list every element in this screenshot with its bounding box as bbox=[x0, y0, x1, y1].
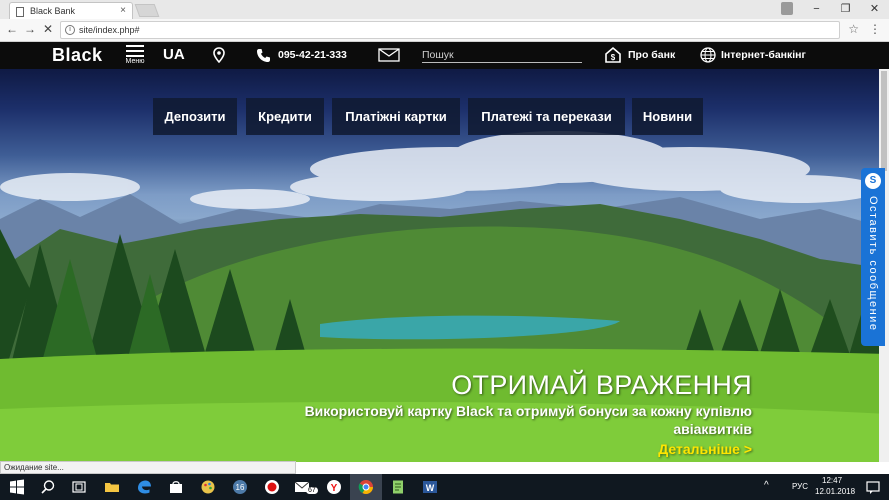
notification-badge: 67 bbox=[306, 487, 318, 494]
location-pin-icon[interactable] bbox=[213, 47, 225, 63]
about-bank-link[interactable]: Про банк bbox=[628, 49, 675, 61]
clock-date[interactable]: 12.01.2018 bbox=[815, 487, 855, 496]
chat-icon: S bbox=[865, 173, 881, 189]
leave-message-label: Оставить сообщение bbox=[867, 196, 879, 332]
hero-banner: Депозити Кредити Платіжні картки Платежі… bbox=[0, 69, 889, 462]
browser-toolbar: ← → ✕ i site/index.php# ☆ ⋮ bbox=[0, 19, 889, 42]
info-icon[interactable]: i bbox=[65, 25, 75, 35]
globe-icon bbox=[700, 47, 716, 63]
tab-title: Black Bank bbox=[30, 6, 76, 16]
search-input[interactable] bbox=[422, 47, 582, 63]
hero-headline: ОТРИМАЙ ВРАЖЕННЯ bbox=[451, 370, 752, 400]
back-arrow-icon[interactable]: ← bbox=[4, 22, 20, 36]
url-text: site/index.php# bbox=[79, 25, 140, 35]
nav-deposits[interactable]: Депозити bbox=[153, 98, 237, 135]
menu-button[interactable]: Меню bbox=[123, 45, 147, 65]
windows-start-icon[interactable] bbox=[9, 479, 25, 495]
phone-icon bbox=[257, 49, 270, 62]
reload-icon[interactable]: ✕ bbox=[40, 22, 56, 36]
search-icon[interactable] bbox=[40, 479, 56, 495]
scrollbar-thumb[interactable] bbox=[881, 71, 887, 171]
nav-payments-transfers[interactable]: Платежі та перекази bbox=[468, 98, 625, 135]
windows-taskbar: 16 67 Y W ^ РУС 12:47 12.01.2018 bbox=[0, 474, 889, 500]
site-header: Black Меню UA 095-42-21-333 $ Про банк І… bbox=[0, 42, 889, 69]
browser-tab[interactable]: Black Bank × bbox=[9, 2, 133, 19]
close-window-icon[interactable]: ✕ bbox=[860, 0, 889, 19]
hero-subtext: Використовуй картку Black та отримуй бон… bbox=[304, 403, 752, 437]
svg-text:W: W bbox=[426, 483, 435, 493]
menu-label: Меню bbox=[125, 58, 145, 65]
mail-icon[interactable] bbox=[378, 48, 400, 62]
address-bar[interactable]: i site/index.php# bbox=[60, 21, 840, 39]
restore-icon[interactable]: ❐ bbox=[831, 0, 860, 19]
profile-icon[interactable] bbox=[781, 2, 793, 15]
language-indicator[interactable]: РУС bbox=[792, 482, 808, 491]
language-switch[interactable]: UA bbox=[163, 46, 185, 63]
svg-text:16: 16 bbox=[236, 483, 245, 492]
browser-tab-strip: Black Bank × − ❐ ✕ bbox=[0, 0, 889, 19]
phone-number[interactable]: 095-42-21-333 bbox=[278, 49, 347, 61]
chrome-icon[interactable] bbox=[358, 479, 374, 495]
notepad-icon[interactable] bbox=[390, 479, 406, 495]
nav-credits[interactable]: Кредити bbox=[246, 98, 324, 135]
yandex-icon[interactable]: Y bbox=[326, 479, 342, 495]
svg-text:$: $ bbox=[611, 53, 616, 62]
paint-icon[interactable] bbox=[200, 479, 216, 495]
task-view-icon[interactable] bbox=[71, 479, 87, 495]
internet-banking-link[interactable]: Інтернет-банкінг bbox=[721, 49, 806, 61]
bank-home-icon: $ bbox=[605, 46, 621, 63]
word-icon[interactable]: W bbox=[422, 479, 438, 495]
leave-message-widget[interactable]: S Оставить сообщение bbox=[861, 168, 885, 346]
page-favicon-icon bbox=[16, 7, 24, 17]
tray-arrow-icon[interactable]: ^ bbox=[764, 480, 769, 491]
svg-text:Y: Y bbox=[331, 483, 338, 494]
app-icon[interactable]: 16 bbox=[232, 479, 248, 495]
clock-time[interactable]: 12:47 bbox=[822, 476, 842, 485]
window-controls: − ❐ ✕ bbox=[802, 0, 889, 19]
notifications-icon[interactable] bbox=[865, 479, 881, 495]
hamburger-icon bbox=[126, 45, 144, 57]
more-details-link[interactable]: Детальніше > bbox=[658, 441, 752, 457]
store-icon[interactable] bbox=[168, 479, 184, 495]
edge-browser-icon[interactable] bbox=[136, 479, 152, 495]
record-icon[interactable] bbox=[264, 479, 280, 495]
nav-news[interactable]: Новини bbox=[632, 98, 703, 135]
file-explorer-icon[interactable] bbox=[104, 479, 120, 495]
tab-close-icon[interactable]: × bbox=[120, 5, 126, 16]
nav-payment-cards[interactable]: Платіжні картки bbox=[332, 98, 460, 135]
minimize-icon[interactable]: − bbox=[802, 0, 831, 19]
bookmark-star-icon[interactable]: ☆ bbox=[848, 22, 859, 36]
forward-arrow-icon[interactable]: → bbox=[22, 22, 38, 36]
browser-menu-icon[interactable]: ⋮ bbox=[869, 22, 881, 36]
new-tab-button[interactable] bbox=[134, 4, 160, 17]
browser-status-bar: Ожидание site... bbox=[0, 461, 296, 474]
site-logo[interactable]: Black bbox=[52, 45, 103, 66]
